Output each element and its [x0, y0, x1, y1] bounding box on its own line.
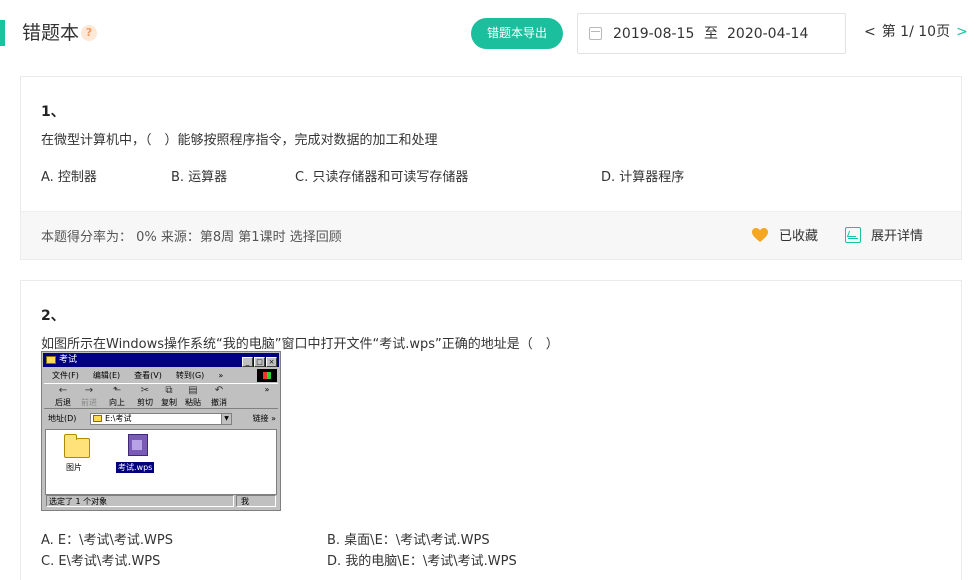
figure-title-buttons: _ □ × — [241, 355, 277, 369]
figure-file-area: 图片 考试.wps — [45, 429, 277, 495]
option-c: C. 只读存储器和可读写存储器 — [295, 170, 469, 185]
figure-address-label: 地址(D) — [48, 414, 77, 423]
score-source-text: 本题得分率为： 0% 来源：第8周 第1课时 选择回顾 — [41, 230, 342, 245]
figure-toolbar: ← 后退 → 前进 ⬑ 向上 ✂ 剪切 ⧉ 复制 ▤ 粘贴 ↶ 撤消 » — [44, 383, 278, 409]
prev-page-button[interactable]: < — [864, 24, 876, 40]
figure-menu-item: 文件(F) — [52, 371, 79, 380]
cut-icon: ✂ — [140, 385, 150, 396]
question-footer: 本题得分率为： 0% 来源：第8周 第1课时 选择回顾 已收藏 展开详情 — [21, 211, 961, 259]
option-d: D. 我的电脑\E：\考试\考试.WPS — [327, 554, 517, 569]
option-d: D. 计算器程序 — [601, 170, 685, 185]
export-button[interactable]: 错题本导出 — [471, 18, 563, 49]
question-text: 如图所示在Windows操作系统“我的电脑”窗口中打开文件“考试.wps”正确的… — [41, 337, 559, 352]
figure-menu-item: 编辑(E) — [92, 371, 121, 380]
wps-file-icon — [128, 434, 148, 456]
figure-menu: 文件(F) 编辑(E) 查看(V) 转到(G) » — [44, 369, 278, 382]
figure-toolbar-item: ← 后退 — [55, 385, 71, 407]
figure-item-label: 图片 — [66, 463, 82, 472]
question-card: 1、 在微型计算机中，（ ）能够按照程序指令，完成对数据的加工和处理 A. 控制… — [20, 76, 962, 260]
figure-toolbar-item: ✂ 剪切 — [137, 385, 153, 407]
figure-item-label: 考试.wps — [116, 462, 155, 473]
option-c: C. E\考试\考试.WPS — [41, 554, 161, 569]
page-indicator: 第 1/ 10页 — [881, 24, 951, 40]
undo-icon: ↶ — [214, 385, 224, 396]
date-start[interactable]: 2019-08-15 — [613, 24, 694, 44]
folder-icon — [64, 434, 90, 458]
figure-toolbar-item: ⬑ 向上 — [109, 385, 125, 407]
title-accent-bar — [0, 20, 5, 46]
date-end[interactable]: 2020-04-14 — [727, 24, 808, 44]
page-header: 错题本 ? 错题本导出 2019-08-15 至 2020-04-14 < 第 1… — [0, 0, 980, 66]
figure-address-value: E:\考试 — [105, 414, 132, 423]
pagination: < 第 1/ 10页 > — [864, 22, 968, 42]
maximize-icon: □ — [254, 357, 265, 367]
calendar-icon — [589, 27, 602, 40]
folder-icon — [93, 415, 102, 422]
question-figure: 考试 _ □ × 文件(F) 编辑(E) 查看(V) 转到(G) » ← 后退 → 前进 ⬑ 向上… — [41, 351, 281, 511]
figure-status-bar: 选定了 1 个对象 我 — [44, 495, 278, 508]
figure-address-bar: 地址(D) E:\考试 ▼ 链接 » — [44, 411, 278, 427]
chevron-down-icon: ▼ — [221, 414, 231, 424]
date-separator: 至 — [704, 26, 718, 42]
next-page-button[interactable]: > — [956, 24, 968, 40]
copy-icon: ⧉ — [165, 385, 173, 396]
question-number: 2、 — [41, 308, 65, 324]
date-range-picker[interactable]: 2019-08-15 至 2020-04-14 — [577, 13, 846, 54]
figure-title-text: 考试 — [59, 355, 78, 365]
figure-toolbar-item: → 前进 — [81, 385, 97, 407]
folder-icon — [46, 356, 56, 364]
figure-toolbar-item: ⧉ 复制 — [161, 385, 177, 407]
option-b: B. 桌面\E：\考试\考试.WPS — [327, 533, 490, 548]
figure-toolbar-item: ▤ 粘贴 — [185, 385, 201, 407]
figure-address-links: 链接 » — [252, 414, 276, 423]
figure-status-left: 选定了 1 个对象 — [46, 495, 234, 507]
figure-toolbar-item: ↶ 撤消 — [211, 385, 227, 407]
question-number: 1、 — [41, 104, 65, 120]
option-a: A. E：\考试\考试.WPS — [41, 533, 173, 548]
figure-menu-item: » — [218, 371, 224, 380]
figure-menu-item: 查看(V) — [134, 371, 162, 380]
up-folder-icon: ⬑ — [112, 385, 122, 396]
expand-detail-label: 展开详情 — [871, 229, 924, 244]
help-icon[interactable]: ? — [81, 25, 97, 41]
close-icon: × — [266, 357, 277, 367]
chart-icon — [845, 227, 861, 243]
question-card: 2、 如图所示在Windows操作系统“我的电脑”窗口中打开文件“考试.wps”… — [20, 280, 962, 580]
forward-arrow-icon: → — [84, 385, 94, 396]
heart-icon — [751, 227, 769, 243]
minimize-icon: _ — [242, 357, 253, 367]
windows-logo-icon — [257, 369, 277, 382]
option-b: B. 运算器 — [171, 170, 228, 185]
figure-toolbar-item: » — [264, 385, 270, 394]
expand-detail-button[interactable]: 展开详情 — [845, 225, 923, 244]
favorite-button[interactable]: 已收藏 — [751, 225, 818, 244]
figure-address-box: E:\考试 ▼ — [90, 413, 232, 425]
back-arrow-icon: ← — [58, 385, 68, 396]
favorite-label: 已收藏 — [779, 229, 819, 244]
question-text: 在微型计算机中，（ ）能够按照程序指令，完成对数据的加工和处理 — [41, 133, 438, 148]
figure-window-title: 考试 _ □ × — [43, 353, 279, 367]
option-a: A. 控制器 — [41, 170, 97, 185]
figure-menu-item: 转到(G) — [175, 371, 205, 380]
page-title: 错题本 — [22, 22, 80, 44]
figure-status-right: 我 — [236, 495, 276, 507]
paste-icon: ▤ — [188, 385, 198, 396]
